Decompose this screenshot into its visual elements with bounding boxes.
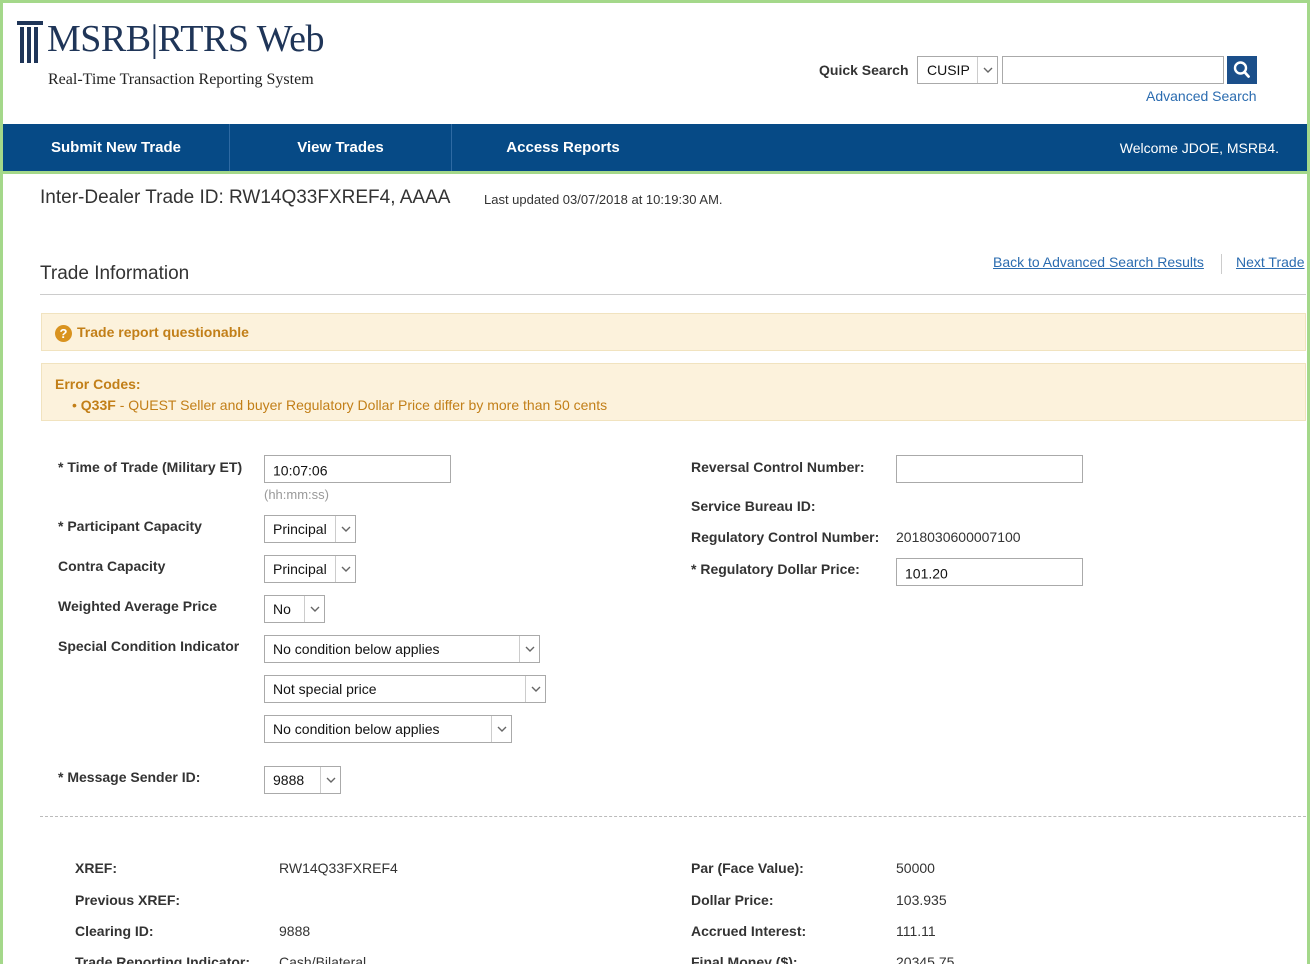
welcome-text: Welcome JDOE, MSRB4.	[1119, 140, 1279, 156]
question-circle-icon: ?	[55, 325, 72, 342]
error-codes-box: Error Codes: • Q33F - QUEST Seller and b…	[41, 363, 1306, 421]
chevron-down-icon	[335, 556, 355, 582]
quick-search-input[interactable]	[1002, 56, 1224, 84]
search-button[interactable]	[1227, 56, 1257, 84]
regulatory-control-number-label: Regulatory Control Number:	[691, 529, 880, 545]
search-icon	[1233, 61, 1250, 78]
chevron-down-icon	[519, 636, 539, 662]
reversal-control-number-input[interactable]	[896, 455, 1083, 483]
participant-capacity-select[interactable]: Principal	[264, 515, 356, 543]
chevron-down-icon	[491, 716, 511, 742]
section-title: Trade Information	[40, 263, 190, 284]
trade-reporting-indicator-value: Cash/Bilateral	[279, 954, 367, 964]
error-code-item: • Q33F - QUEST Seller and buyer Regulato…	[72, 397, 607, 413]
page-frame: MSRB|RTRS Web Real-Time Transaction Repo…	[0, 0, 1310, 964]
contra-capacity-select[interactable]: Principal	[264, 555, 356, 583]
time-format-hint: (hh:mm:ss)	[264, 487, 329, 502]
trade-id-title: Inter-Dealer Trade ID: RW14Q33FXREF4, AA…	[40, 187, 451, 208]
accrued-interest-value: 111.11	[896, 923, 936, 939]
logo-pillar-icon	[17, 21, 43, 63]
chevron-down-icon	[977, 57, 997, 83]
special-condition-select-3[interactable]: No condition below applies	[264, 715, 512, 743]
xref-label: XREF:	[75, 860, 117, 876]
error-description: - QUEST Seller and buyer Regulatory Doll…	[115, 397, 608, 413]
nav-access-reports[interactable]: Access Reports	[452, 124, 674, 171]
xref-value: RW14Q33FXREF4	[279, 860, 398, 876]
special-condition-select-1[interactable]: No condition below applies	[264, 635, 540, 663]
main-nav: Submit New Trade View Trades Access Repo…	[3, 124, 1307, 171]
quick-search-type-value: CUSIP	[927, 62, 970, 78]
link-separator	[1221, 254, 1222, 274]
weighted-average-price-select[interactable]: No	[264, 595, 325, 623]
logo-subtitle: Real-Time Transaction Reporting System	[48, 71, 314, 88]
participant-capacity-label: * Participant Capacity	[58, 518, 202, 534]
weighted-average-price-label: Weighted Average Price	[58, 598, 217, 614]
advanced-search-link[interactable]: Advanced Search	[1146, 88, 1257, 104]
clearing-id-label: Clearing ID:	[75, 923, 154, 939]
final-money-value: 20345.75	[896, 954, 955, 964]
final-money-label: Final Money ($):	[691, 954, 798, 964]
chevron-down-icon	[335, 516, 355, 542]
bullet-icon: •	[72, 397, 81, 413]
service-bureau-id-label: Service Bureau ID:	[691, 498, 816, 514]
special-condition-label: Special Condition Indicator	[58, 638, 240, 654]
error-codes-title: Error Codes:	[55, 376, 141, 392]
nav-underline	[3, 171, 1307, 174]
chevron-down-icon	[525, 676, 545, 702]
last-updated-text: Last updated 03/07/2018 at 10:19:30 AM.	[484, 192, 723, 207]
logo-title: MSRB|RTRS Web	[47, 18, 324, 60]
next-trade-link[interactable]: Next Trade	[1236, 254, 1304, 270]
accrued-interest-label: Accrued Interest:	[691, 923, 807, 939]
back-to-results-link[interactable]: Back to Advanced Search Results	[993, 254, 1204, 270]
dollar-price-value: 103.935	[896, 892, 947, 908]
warning-text: Trade report questionable	[77, 324, 249, 340]
previous-xref-label: Previous XREF:	[75, 892, 181, 908]
dollar-price-label: Dollar Price:	[691, 892, 774, 908]
regulatory-control-number-value: 2018030600007100	[896, 529, 1021, 545]
regulatory-dollar-price-label: * Regulatory Dollar Price:	[691, 561, 860, 577]
contra-capacity-label: Contra Capacity	[58, 558, 166, 574]
message-sender-id-label: * Message Sender ID:	[58, 769, 201, 785]
clearing-id-value: 9888	[279, 923, 311, 939]
message-sender-id-select[interactable]: 9888	[264, 766, 341, 794]
time-of-trade-label: * Time of Trade (Military ET)	[58, 459, 243, 475]
par-face-value-label: Par (Face Value):	[691, 860, 804, 876]
regulatory-dollar-price-input[interactable]: 101.20	[896, 558, 1083, 586]
chevron-down-icon	[304, 596, 324, 622]
chevron-down-icon	[320, 767, 340, 793]
msrb-logo[interactable]: MSRB|RTRS Web Real-Time Transaction Repo…	[17, 17, 377, 93]
warning-alert: ? Trade report questionable	[41, 313, 1306, 351]
quick-search-label: Quick Search	[819, 62, 909, 78]
trade-reporting-indicator-label: Trade Reporting Indicator:	[75, 954, 251, 964]
nav-view-trades[interactable]: View Trades	[230, 124, 452, 171]
reversal-control-number-label: Reversal Control Number:	[691, 459, 865, 475]
section-divider	[40, 294, 1306, 295]
nav-submit-new-trade[interactable]: Submit New Trade	[3, 124, 230, 171]
par-face-value: 50000	[896, 860, 935, 876]
dashed-divider	[40, 816, 1306, 817]
special-condition-select-2[interactable]: Not special price	[264, 675, 546, 703]
error-code: Q33F	[80, 397, 116, 413]
time-of-trade-input[interactable]: 10:07:06	[264, 455, 451, 483]
quick-search-type-select[interactable]: CUSIP	[917, 56, 998, 84]
